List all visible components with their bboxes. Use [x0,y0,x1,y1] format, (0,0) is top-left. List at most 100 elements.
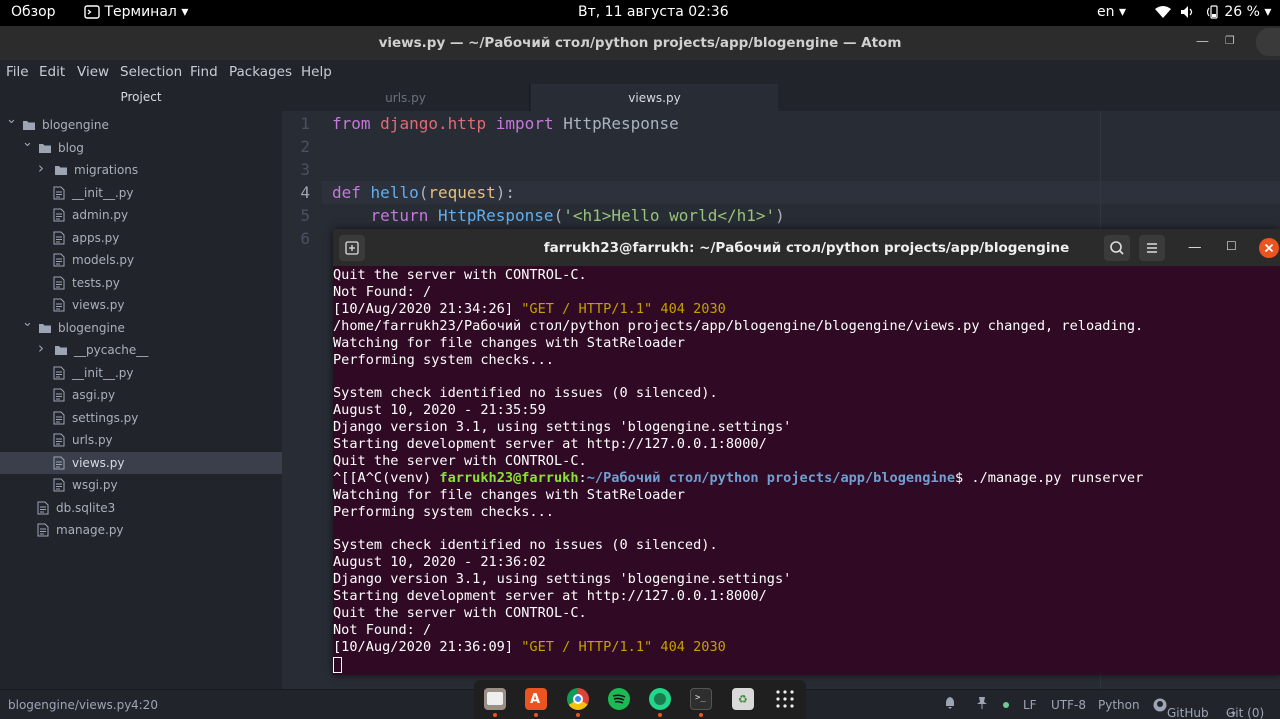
tree-file-item[interactable]: db.sqlite3 [0,497,282,519]
tree-folder-item[interactable]: ⌄ blog [0,135,282,159]
terminal-window[interactable]: farrukh23@farrukh: ~/Рабочий стол/python… [333,229,1280,675]
tree-file-item[interactable]: models.py [0,249,282,271]
chevron-right-icon[interactable]: › [38,339,50,357]
file-icon [53,253,65,267]
menu-help[interactable]: Help [301,64,332,80]
chevron-right-icon[interactable]: › [38,159,50,177]
status-git-label: Git (0) [1226,706,1265,719]
spotify-icon[interactable] [608,688,630,710]
trash-icon[interactable]: ♻ [732,688,754,710]
tree-file-item[interactable]: views.py [0,451,282,474]
tree-file-item[interactable]: asgi.py [0,384,282,406]
tree-file-item[interactable]: manage.py [0,519,282,541]
keyboard-layout[interactable]: en ▾ [1097,4,1126,20]
atom-title-bar[interactable]: views.py — ~/Рабочий стол/python project… [0,26,1280,60]
status-github[interactable]: GitHub [1153,698,1209,719]
tree-item-label: __pycache__ [74,343,149,357]
tree-file-item[interactable]: apps.py [0,227,282,249]
status-github-label: GitHub [1167,706,1209,719]
terminal-line: Django version 3.1, using settings 'blog… [333,419,791,436]
tree-file-item[interactable]: wsgi.py [0,474,282,496]
terminal-line-text: Django version 3.1, using settings 'blog… [333,571,792,588]
tab-views-py[interactable]: views.py [531,84,778,111]
chevron-down-icon[interactable]: ⌄ [6,112,18,127]
software-center-icon[interactable]: A [525,688,547,710]
line-number: 3 [300,160,310,179]
menu-file[interactable]: File [6,64,29,80]
status-cursor-position[interactable]: 4:20 [131,698,158,712]
app-grid-icon[interactable] [774,688,796,710]
tree-header: Project [120,90,162,104]
folder-icon [55,346,67,355]
tree-folder-item[interactable]: ⌄ blogengine [0,315,282,339]
tree-file-item[interactable]: __init__.py [0,182,282,204]
file-icon [53,186,65,199]
pycharm-icon[interactable] [649,688,671,710]
terminal-line: ^[[A^C(venv) farrukh23@farrukh:~/Рабочий… [333,470,1143,487]
window-title: views.py — ~/Рабочий стол/python project… [378,35,902,51]
terminal-line: [10/Aug/2020 21:36:09] "GET / HTTP/1.1" … [333,639,726,656]
tree-folder-item[interactable]: › __pycache__ [0,339,282,361]
tree-item-label: blogengine [42,118,109,132]
prompt-colon: : [578,469,587,486]
gnome-top-bar: Обзор Терминал ▾ Вт, 11 августа 02:36 en… [0,0,1280,26]
terminal-maximize-button[interactable]: ☐ [1226,239,1237,253]
status-line-ending[interactable]: LF [1023,698,1037,712]
activities-button[interactable]: Обзор [11,4,56,20]
terminal-minimize-button[interactable]: — [1188,239,1202,255]
tree-item-label: __init__.py [72,185,134,200]
status-grammar[interactable]: Python [1098,698,1140,712]
app-menu-button[interactable]: Терминал ▾ [84,4,188,20]
terminal-line: Quit the server with CONTROL-C. [333,605,587,622]
tree-item-label: asgi.py [72,388,116,402]
volume-icon [1181,6,1193,18]
menu-selection[interactable]: Selection [120,64,182,80]
menu-find[interactable]: Find [190,64,218,80]
running-indicator [534,713,538,717]
terminal-close-button[interactable] [1259,238,1279,258]
close-icon [1264,243,1274,253]
clock[interactable]: Вт, 11 августа 02:36 [578,4,729,20]
terminal-line-text: Quit the server with CONTROL-C. [333,605,587,621]
close-button[interactable] [1256,28,1280,56]
tree-folder-item[interactable]: › migrations [0,159,282,181]
menu-view[interactable]: View [77,64,109,80]
pin-icon[interactable] [976,696,988,713]
terminal-icon[interactable]: >_ [690,688,712,710]
file-icon [53,478,65,492]
tree-file-item[interactable]: __init__.py [0,362,282,384]
tree-file-item[interactable]: settings.py [0,407,282,429]
line-number: 1 [300,114,310,133]
terminal-line: Starting development server at http://12… [333,588,767,605]
status-encoding[interactable]: UTF-8 [1051,698,1086,712]
terminal-output[interactable]: Quit the server with CONTROL-C. Not Found… [333,267,1280,675]
file-icon [53,298,65,312]
tree-file-item[interactable]: views.py [0,294,282,316]
terminal-line: Not Found: / [333,284,431,301]
tree-folder-item[interactable]: ⌄ blogengine [0,112,282,136]
wifi-icon [1155,6,1171,18]
minimize-button[interactable]: — [1196,34,1209,49]
chevron-down-icon[interactable]: ⌄ [22,315,34,330]
tab-urls-py[interactable]: urls.py [282,84,530,111]
menu-edit[interactable]: Edit [39,64,65,80]
chrome-icon[interactable] [567,688,589,710]
terminal-menu-button[interactable] [1139,235,1165,261]
status-file-path[interactable]: blogengine/views.py [8,698,131,712]
tree-item-label: urls.py [72,433,113,447]
bell-icon[interactable] [944,696,956,713]
files-icon[interactable] [484,688,506,710]
restore-button[interactable]: ❐ [1225,34,1235,47]
terminal-line: Watching for file changes with StatReloa… [333,335,685,352]
terminal-line: Not Found: / [333,622,431,639]
terminal-line-text: System check identified no issues (0 sil… [333,537,718,554]
tree-file-item[interactable]: tests.py [0,272,282,294]
status-menu[interactable]: 26 % ▾ [1155,4,1271,20]
file-icon [53,456,65,469]
chevron-down-icon[interactable]: ⌄ [22,135,34,150]
tree-file-item[interactable]: admin.py [0,204,282,226]
terminal-search-button[interactable] [1104,235,1130,261]
menu-packages[interactable]: Packages [229,64,292,80]
tree-file-item[interactable]: urls.py [0,429,282,451]
terminal-header-bar[interactable]: farrukh23@farrukh: ~/Рабочий стол/python… [333,229,1280,266]
